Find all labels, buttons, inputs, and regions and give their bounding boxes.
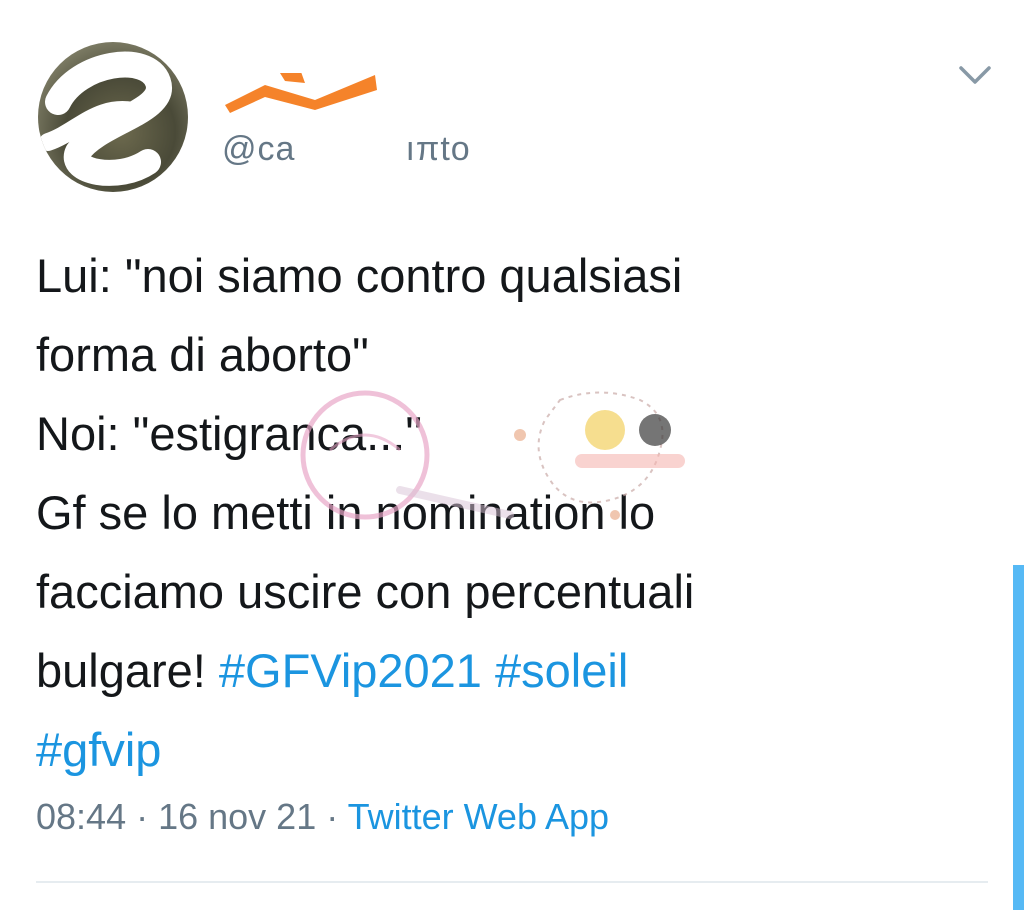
divider bbox=[36, 881, 988, 883]
handle-start: @ca bbox=[222, 130, 296, 168]
tweet-line: Gf se lo metti in nomination lo bbox=[36, 486, 656, 539]
scrollbar[interactable] bbox=[1013, 565, 1024, 910]
tweet-line-text: bulgare! bbox=[36, 644, 219, 697]
tweet-card: @ca ıπto Lui: "noi siamo contro qualsiasi… bbox=[0, 0, 1024, 910]
hashtag-gfvip[interactable]: #gfvip bbox=[36, 723, 161, 776]
tweet-line: forma di aborto" bbox=[36, 328, 369, 381]
hashtag-gfvip2021[interactable]: #GFVip2021 bbox=[219, 644, 482, 697]
tweet-line-last: bulgare! #GFVip2021 #soleil bbox=[36, 631, 976, 710]
name-redaction bbox=[205, 55, 395, 113]
tweet-line: Lui: "noi siamo contro qualsiasi bbox=[36, 249, 683, 302]
tweet-text: Lui: "noi siamo contro qualsiasi forma d… bbox=[36, 236, 976, 789]
tweet-line: facciamo uscire con percentuali bbox=[36, 565, 695, 618]
handle-end: ıπto bbox=[405, 130, 471, 168]
handle-redaction bbox=[295, 140, 405, 160]
hashtag-soleil[interactable]: #soleil bbox=[495, 644, 628, 697]
avatar[interactable] bbox=[38, 42, 188, 192]
tweet-date[interactable]: 16 nov 21 bbox=[158, 796, 316, 837]
tweet-time[interactable]: 08:44 bbox=[36, 796, 126, 837]
avatar-redaction-scribble bbox=[39, 51, 172, 186]
meta-separator: · bbox=[126, 796, 159, 837]
tweet-line: Noi: "estigranca..." bbox=[36, 407, 423, 460]
tweet-line: #gfvip bbox=[36, 710, 976, 789]
tweet-meta: 08:44 · 16 nov 21 · Twitter Web App bbox=[36, 796, 609, 838]
tweet-source-link[interactable]: Twitter Web App bbox=[348, 796, 609, 837]
meta-separator: · bbox=[316, 796, 348, 837]
chevron-down-icon[interactable] bbox=[955, 60, 995, 90]
user-handle[interactable]: @ca ıπto bbox=[222, 130, 471, 169]
